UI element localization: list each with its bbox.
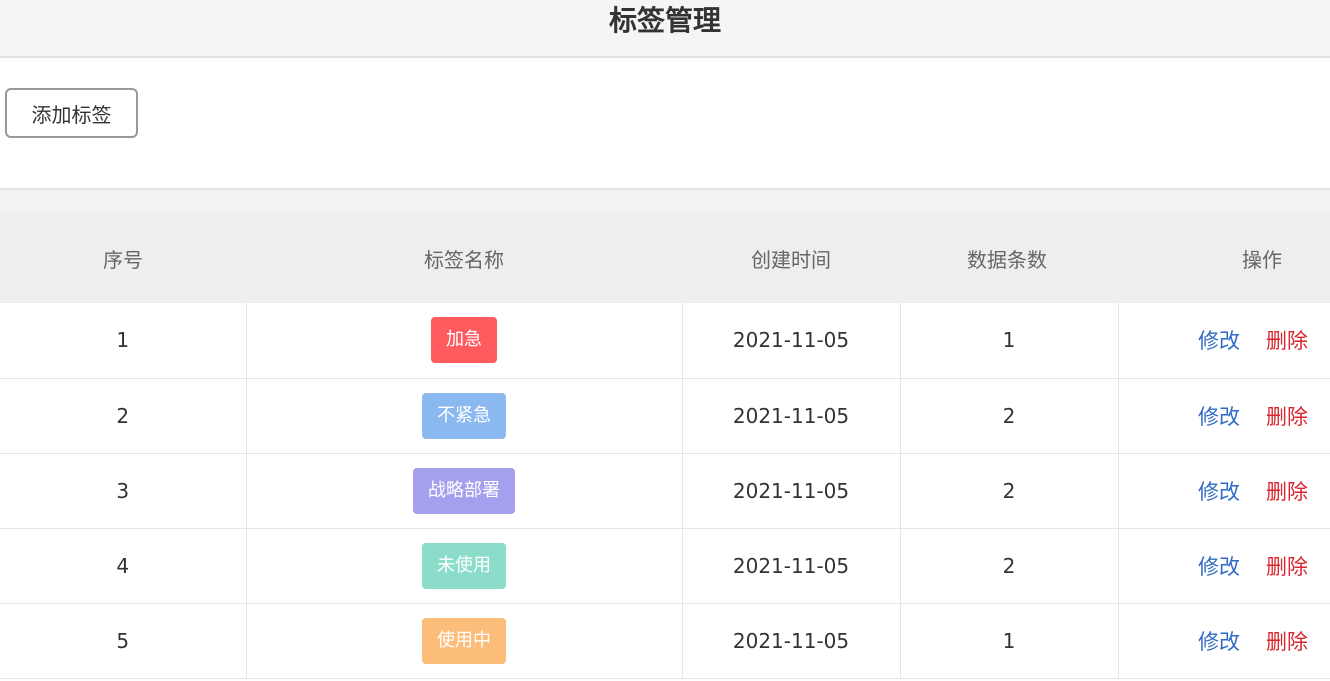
page-title: 标签管理 — [608, 4, 721, 37]
data-count: 2 — [899, 453, 1118, 528]
edit-link[interactable]: 修改 — [1198, 555, 1240, 579]
row-index: 4 — [116, 553, 130, 578]
created-time: 2021-11-05 — [681, 603, 900, 678]
column-header-tag-name: 标签名称 — [424, 247, 504, 272]
delete-link[interactable]: 删除 — [1266, 630, 1308, 654]
tag-name-cell: 加急 — [245, 303, 682, 378]
actions-cell: 修改 删除 — [1117, 303, 1330, 378]
delete-link[interactable]: 删除 — [1266, 480, 1308, 504]
edit-link[interactable]: 修改 — [1198, 480, 1240, 504]
tag-badge: 不紧急 — [422, 392, 506, 439]
actions-cell: 修改 删除 — [1117, 378, 1330, 453]
created-time: 2021-11-05 — [681, 528, 900, 603]
delete-link[interactable]: 删除 — [1266, 405, 1308, 429]
tag-name-cell: 不紧急 — [245, 378, 682, 453]
data-count: 1 — [899, 303, 1118, 378]
table-row: 3 战略部署 2021-11-05 2 修改 删除 — [0, 453, 1330, 528]
tag-name-cell: 使用中 — [245, 603, 682, 678]
tag-table: 序号 标签名称 创建时间 数据条数 操作 1 加急 2021-11-05 1 修改 删除 2… — [0, 213, 1330, 679]
data-count: 2 — [899, 528, 1118, 603]
page-header: 标签管理 — [0, 0, 1330, 58]
table-row: 1 加急 2021-11-05 1 修改 删除 — [0, 303, 1330, 378]
tag-badge: 使用中 — [422, 617, 506, 664]
toolbar: 添加标签 — [0, 58, 1330, 190]
table-body: 1 加急 2021-11-05 1 修改 删除 2 不紧急 2021-11-05 2 修改 删除 3 战略… — [0, 303, 1330, 678]
actions-cell: 修改 删除 — [1117, 453, 1330, 528]
add-tag-button[interactable]: 添加标签 — [5, 88, 138, 138]
edit-link[interactable]: 修改 — [1198, 329, 1240, 353]
column-header-created-time: 创建时间 — [751, 247, 831, 272]
row-index: 2 — [116, 403, 130, 428]
created-time: 2021-11-05 — [681, 303, 900, 378]
row-index: 5 — [116, 628, 130, 653]
tag-badge: 战略部署 — [413, 467, 515, 514]
delete-link[interactable]: 删除 — [1266, 555, 1308, 579]
edit-link[interactable]: 修改 — [1198, 630, 1240, 654]
row-index: 3 — [116, 478, 130, 503]
tag-badge: 未使用 — [422, 542, 506, 589]
column-header-actions: 操作 — [1242, 247, 1282, 272]
table-row: 4 未使用 2021-11-05 2 修改 删除 — [0, 528, 1330, 603]
tag-name-cell: 战略部署 — [245, 453, 682, 528]
column-header-data-count: 数据条数 — [967, 247, 1047, 272]
data-count: 2 — [899, 378, 1118, 453]
table-row: 5 使用中 2021-11-05 1 修改 删除 — [0, 603, 1330, 678]
tag-name-cell: 未使用 — [245, 528, 682, 603]
column-header-index: 序号 — [103, 247, 143, 272]
section-divider — [0, 190, 1330, 213]
tag-badge: 加急 — [431, 317, 497, 364]
data-count: 1 — [899, 603, 1118, 678]
delete-link[interactable]: 删除 — [1266, 329, 1308, 353]
table-header-row: 序号 标签名称 创建时间 数据条数 操作 — [0, 213, 1330, 303]
table-row: 2 不紧急 2021-11-05 2 修改 删除 — [0, 378, 1330, 453]
row-index: 1 — [116, 328, 130, 353]
created-time: 2021-11-05 — [681, 378, 900, 453]
created-time: 2021-11-05 — [681, 453, 900, 528]
edit-link[interactable]: 修改 — [1198, 405, 1240, 429]
actions-cell: 修改 删除 — [1117, 603, 1330, 678]
actions-cell: 修改 删除 — [1117, 528, 1330, 603]
